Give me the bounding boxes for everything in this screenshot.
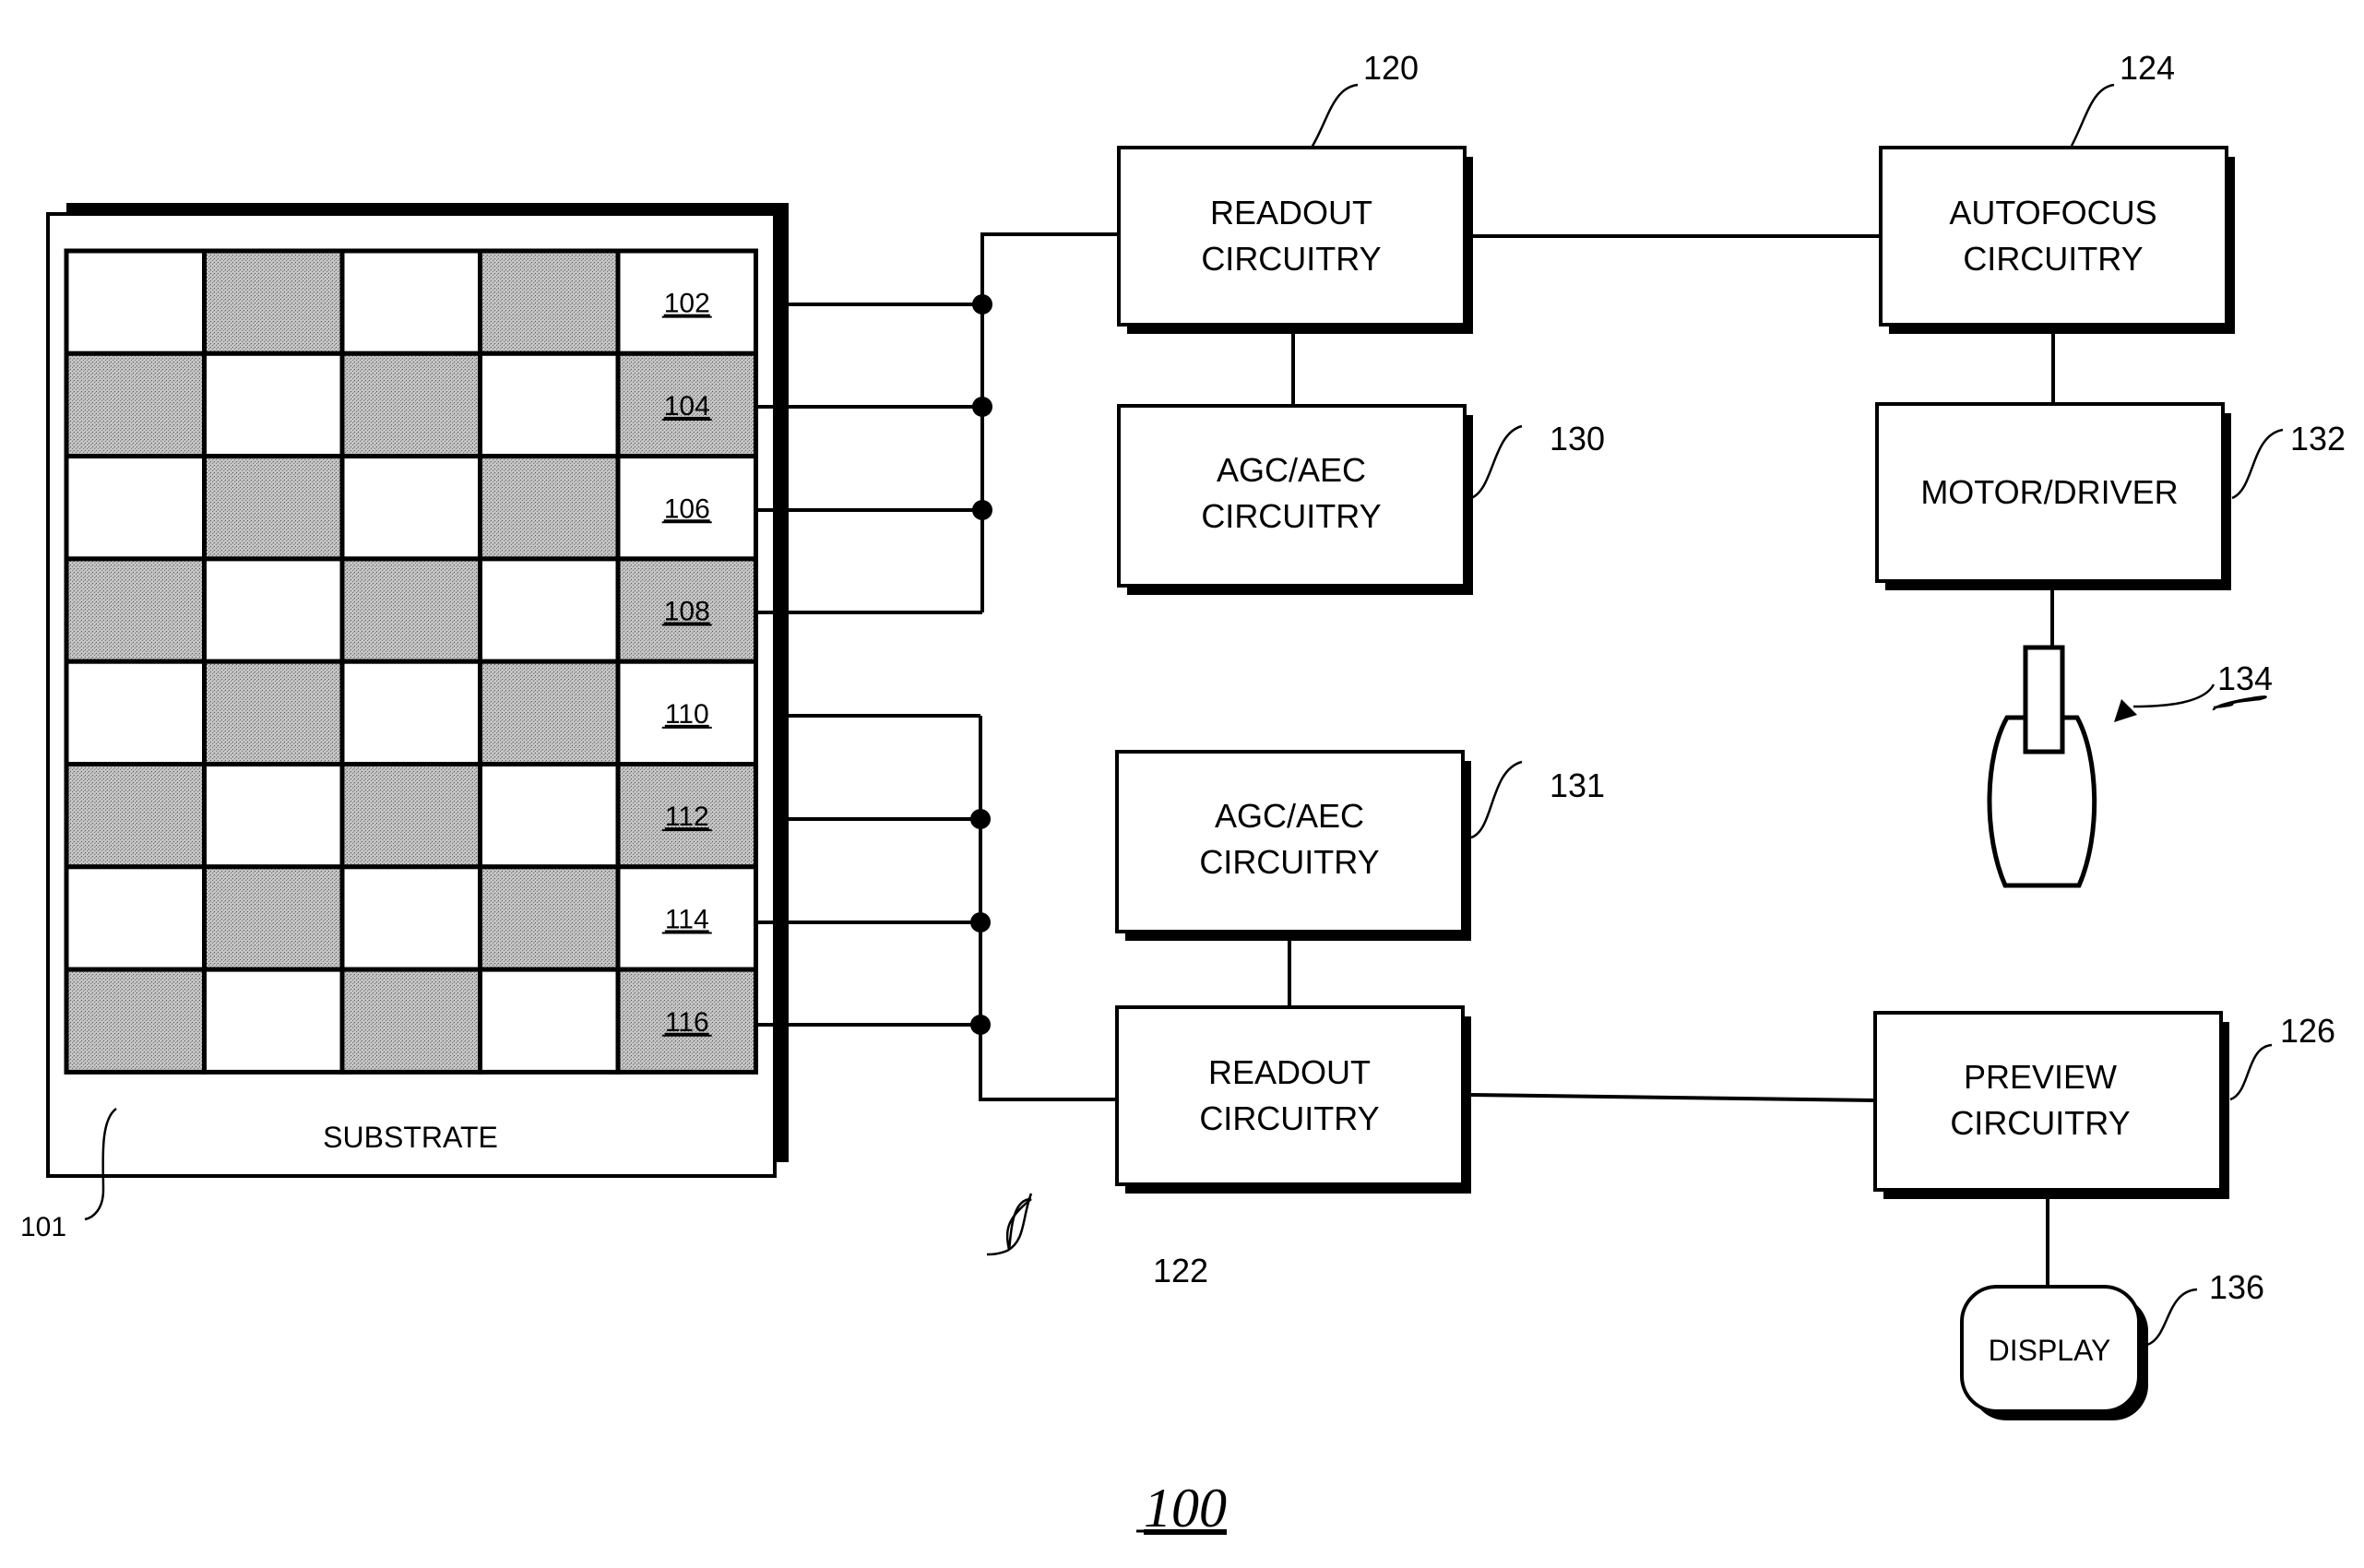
upper-bus [756,232,1121,614]
pixel-cell [478,967,621,1075]
lens-134: 134 [1987,645,2273,888]
row-ref-label: 116 [665,1007,709,1038]
pixel-cell [64,967,207,1075]
substrate-label: SUBSTRATE [323,1121,498,1154]
pixel-cell [478,454,621,562]
pixel-cell [478,659,621,767]
pixel-cell [339,350,482,459]
pixel-array: 102 104 106 108 110 112 114 116 [64,248,758,1075]
substrate-ref: 101 [20,1212,66,1242]
pixel-cell [202,659,345,767]
pixel-cell [339,454,482,562]
substrate: 102 104 106 108 110 112 114 116 SUBSTRATE 101 [20,203,789,1242]
pixel-cell [478,864,621,972]
display-136-line1: DISPLAY [1989,1334,2111,1367]
pixel-cell [339,967,482,1075]
readout-120-ref: 120 [1363,49,1419,87]
readout-120-line2: CIRCUITRY [1201,240,1381,278]
junction-dot [970,809,991,829]
row-ref-label: 110 [665,699,709,730]
agc-aec-circuitry-130: AGC/AEC CIRCUITRY 130 [1117,404,1605,595]
pixel-cell [478,248,621,356]
readout-122-line1: READOUT [1208,1053,1371,1091]
preview-circuitry-126: PREVIEW CIRCUITRY 126 [1873,1011,2335,1199]
agc-131-line1: AGC/AEC [1215,797,1364,835]
lower-bus [756,714,1118,1101]
display-136: DISPLAY 136 [1960,1268,2264,1420]
arrow-head-icon [2114,699,2137,722]
agc-130-line2: CIRCUITRY [1201,497,1381,535]
preview-126-line1: PREVIEW [1964,1058,2117,1096]
preview-126-ref: 126 [2280,1012,2335,1050]
motor-132-ref: 132 [2290,420,2346,457]
readout-122-ref: 122 [1153,1252,1208,1289]
pixel-cell [339,556,482,664]
pixel-cell [478,556,621,664]
pixel-cell [478,350,621,459]
pixel-cell [202,864,345,972]
row-ref-label: 114 [665,904,709,934]
junction-dot [972,500,992,520]
pixel-cell [64,454,207,562]
readout-120-line1: READOUT [1210,194,1372,232]
junction-dot [970,1015,991,1035]
pixel-cell [64,659,207,767]
pixel-cell [202,967,345,1075]
pixel-cell [339,659,482,767]
pixel-cell [202,762,345,870]
figure-label: 100 [1144,1478,1227,1538]
agc-131-line2: CIRCUITRY [1199,843,1379,881]
row-ref-label: 102 [664,289,710,319]
row-ref-label: 108 [664,597,710,627]
autofocus-124-ref: 124 [2120,49,2175,87]
row-ref-label: 112 [665,802,709,832]
pixel-cell [202,350,345,459]
junction-dot [972,294,992,315]
motor-132-line1: MOTOR/DRIVER [1920,473,2178,511]
pixel-cell [64,248,207,356]
pixel-cell [64,350,207,459]
readout-circuitry-122: READOUT CIRCUITRY 122 [986,1005,1471,1289]
pixel-cell [339,864,482,972]
row-ref-label: 106 [664,493,710,524]
pixel-cell [339,248,482,356]
pixel-cell [64,864,207,972]
pixel-cell [478,762,621,870]
pixel-cell [64,556,207,664]
junction-dot [970,912,991,932]
pixel-cell [202,454,345,562]
motor-driver-132: MOTOR/DRIVER 132 [1875,402,2346,590]
lens-134-ref: 134 [2217,659,2273,697]
pixel-cell [202,248,345,356]
agc-131-ref: 131 [1550,766,1605,804]
agc-aec-circuitry-131: AGC/AEC CIRCUITRY 131 [1115,750,1605,941]
pixel-cell [64,762,207,870]
agc-130-ref: 130 [1550,420,1605,457]
pixel-cell [339,762,482,870]
lens-actuator [2023,645,2065,754]
preview-126-line2: CIRCUITRY [1950,1104,2130,1142]
readout-circuitry-120: READOUT CIRCUITRY 120 [1117,49,1473,334]
block-diagram: 102 104 106 108 110 112 114 116 SUBSTRATE 101 R… [20,49,2346,1538]
autofocus-124-line2: CIRCUITRY [1963,240,2143,278]
row-ref-label: 104 [664,391,710,422]
readout-122-line2: CIRCUITRY [1199,1099,1379,1137]
agc-130-line1: AGC/AEC [1217,451,1366,489]
junction-dot [972,397,992,417]
pixel-cell [202,556,345,664]
display-136-ref: 136 [2209,1268,2264,1306]
autofocus-circuitry-124: AUTOFOCUS CIRCUITRY 124 [1879,49,2235,334]
autofocus-124-line1: AUTOFOCUS [1949,194,2156,232]
